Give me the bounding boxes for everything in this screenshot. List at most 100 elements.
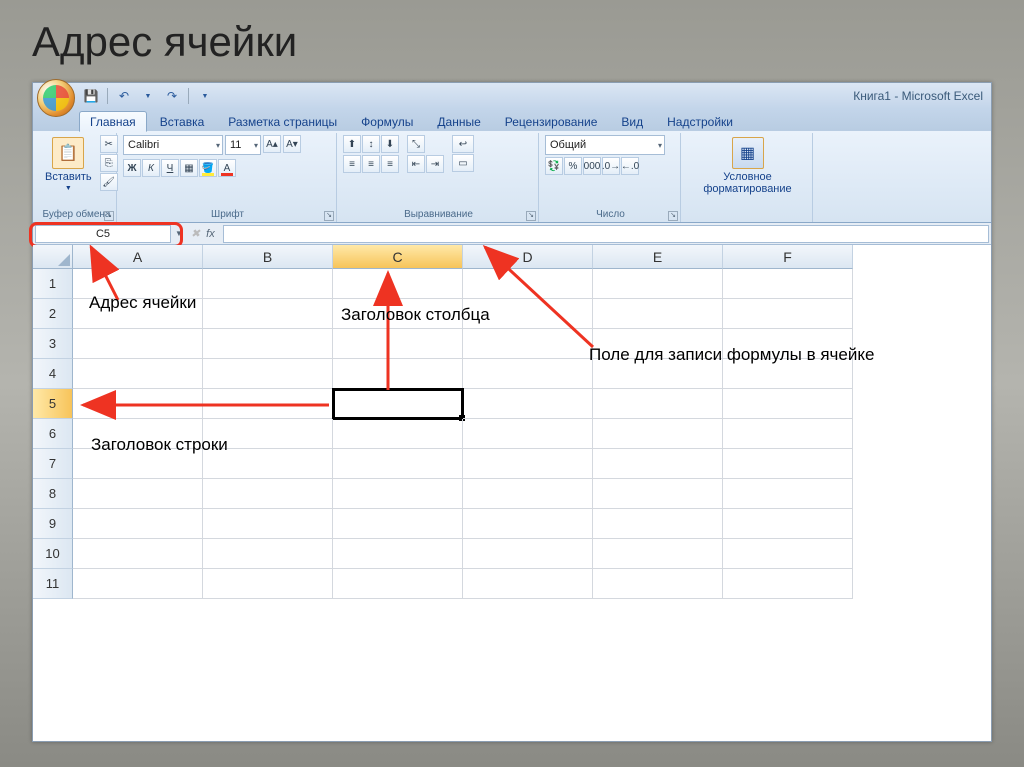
cell-C10[interactable]: [333, 539, 463, 569]
cell-C8[interactable]: [333, 479, 463, 509]
border-icon[interactable]: ▦: [180, 159, 198, 177]
cell-D6[interactable]: [463, 419, 593, 449]
italic-button[interactable]: К: [142, 159, 160, 177]
cell-D7[interactable]: [463, 449, 593, 479]
cell-E2[interactable]: [593, 299, 723, 329]
fx-icon[interactable]: fx: [206, 228, 215, 240]
formula-bar[interactable]: [223, 225, 989, 243]
undo-icon[interactable]: ↶: [116, 88, 132, 104]
cell-A1[interactable]: [73, 269, 203, 299]
cell-E8[interactable]: [593, 479, 723, 509]
dialog-launcher-icon[interactable]: ↘: [526, 211, 536, 221]
cell-C7[interactable]: [333, 449, 463, 479]
underline-button[interactable]: Ч: [161, 159, 179, 177]
cell-D4[interactable]: [463, 359, 593, 389]
cell-B11[interactable]: [203, 569, 333, 599]
row-header-8[interactable]: 8: [33, 479, 73, 509]
cell-F5[interactable]: [723, 389, 853, 419]
cell-F7[interactable]: [723, 449, 853, 479]
cell-F1[interactable]: [723, 269, 853, 299]
save-icon[interactable]: 💾: [83, 88, 99, 104]
fill-color-icon[interactable]: 🪣: [199, 159, 217, 177]
tab-home[interactable]: Главная: [79, 111, 147, 132]
row-header-2[interactable]: 2: [33, 299, 73, 329]
conditional-formatting-button[interactable]: ▦ Условное форматирование: [687, 135, 808, 197]
cell-D5[interactable]: [463, 389, 593, 419]
cell-D11[interactable]: [463, 569, 593, 599]
cell-D2[interactable]: [463, 299, 593, 329]
name-box-dropdown-icon[interactable]: ▼: [175, 229, 183, 238]
cell-A11[interactable]: [73, 569, 203, 599]
cell-C2[interactable]: [333, 299, 463, 329]
column-header-b[interactable]: B: [203, 245, 333, 269]
align-right-icon[interactable]: ≡: [381, 155, 399, 173]
cell-D8[interactable]: [463, 479, 593, 509]
cell-A4[interactable]: [73, 359, 203, 389]
comma-icon[interactable]: 000: [583, 157, 601, 175]
cell-C5[interactable]: [333, 389, 463, 419]
cell-E4[interactable]: [593, 359, 723, 389]
cell-B6[interactable]: [203, 419, 333, 449]
font-color-icon[interactable]: A: [218, 159, 236, 177]
cell-B9[interactable]: [203, 509, 333, 539]
cell-D3[interactable]: [463, 329, 593, 359]
copy-icon[interactable]: ⎘: [100, 154, 118, 172]
cell-A2[interactable]: [73, 299, 203, 329]
cut-icon[interactable]: ✂: [100, 135, 118, 153]
cell-F9[interactable]: [723, 509, 853, 539]
font-size-combo[interactable]: 11: [225, 135, 261, 155]
increase-decimal-icon[interactable]: .0→: [602, 157, 620, 175]
dialog-launcher-icon[interactable]: ↘: [324, 211, 334, 221]
column-header-c[interactable]: C: [333, 245, 463, 269]
cell-E5[interactable]: [593, 389, 723, 419]
cell-B8[interactable]: [203, 479, 333, 509]
undo-dropdown-icon[interactable]: ▼: [140, 88, 156, 104]
number-format-combo[interactable]: Общий: [545, 135, 665, 155]
row-header-3[interactable]: 3: [33, 329, 73, 359]
cell-D1[interactable]: [463, 269, 593, 299]
cell-B4[interactable]: [203, 359, 333, 389]
row-header-5[interactable]: 5: [33, 389, 73, 419]
decrease-indent-icon[interactable]: ⇤: [407, 155, 425, 173]
cell-B7[interactable]: [203, 449, 333, 479]
increase-indent-icon[interactable]: ⇥: [426, 155, 444, 173]
align-bottom-icon[interactable]: ⬇: [381, 135, 399, 153]
currency-icon[interactable]: 💱: [545, 157, 563, 175]
office-button[interactable]: [37, 79, 75, 117]
format-painter-icon[interactable]: 🖌: [100, 173, 118, 191]
cell-E1[interactable]: [593, 269, 723, 299]
tab-page-layout[interactable]: Разметка страницы: [217, 111, 348, 131]
tab-review[interactable]: Рецензирование: [494, 111, 609, 131]
row-header-6[interactable]: 6: [33, 419, 73, 449]
tab-insert[interactable]: Вставка: [149, 111, 216, 131]
cell-C9[interactable]: [333, 509, 463, 539]
align-left-icon[interactable]: ≡: [343, 155, 361, 173]
column-header-f[interactable]: F: [723, 245, 853, 269]
tab-addins[interactable]: Надстройки: [656, 111, 744, 131]
column-header-e[interactable]: E: [593, 245, 723, 269]
shrink-font-icon[interactable]: A▾: [283, 135, 301, 153]
align-center-icon[interactable]: ≡: [362, 155, 380, 173]
cell-C4[interactable]: [333, 359, 463, 389]
tab-formulas[interactable]: Формулы: [350, 111, 424, 131]
cell-E6[interactable]: [593, 419, 723, 449]
row-header-10[interactable]: 10: [33, 539, 73, 569]
cell-C3[interactable]: [333, 329, 463, 359]
cancel-icon[interactable]: ✖: [191, 227, 200, 240]
wrap-text-icon[interactable]: ↩: [452, 135, 474, 153]
row-header-7[interactable]: 7: [33, 449, 73, 479]
cell-F8[interactable]: [723, 479, 853, 509]
cell-C1[interactable]: [333, 269, 463, 299]
cell-B2[interactable]: [203, 299, 333, 329]
cell-C11[interactable]: [333, 569, 463, 599]
cell-F11[interactable]: [723, 569, 853, 599]
cell-A7[interactable]: [73, 449, 203, 479]
cell-A8[interactable]: [73, 479, 203, 509]
merge-cells-icon[interactable]: ▭: [452, 154, 474, 172]
column-header-a[interactable]: A: [73, 245, 203, 269]
cell-E7[interactable]: [593, 449, 723, 479]
orientation-icon[interactable]: ⤡: [407, 135, 425, 153]
cell-F4[interactable]: [723, 359, 853, 389]
cell-A5[interactable]: [73, 389, 203, 419]
cell-F2[interactable]: [723, 299, 853, 329]
